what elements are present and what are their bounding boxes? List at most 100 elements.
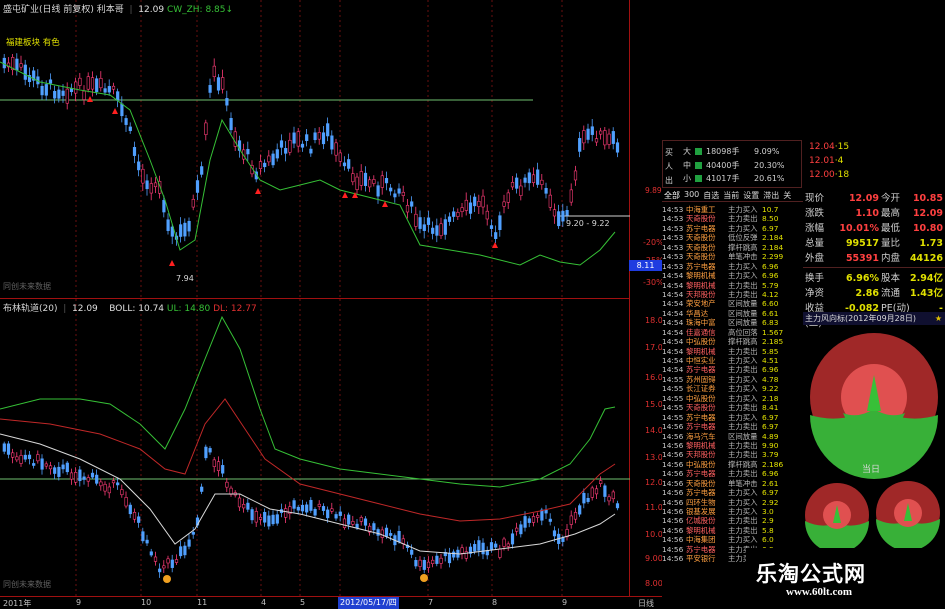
table-row[interactable]: 14:53 天奇股份 单笔冲击 2.299 bbox=[662, 252, 803, 261]
table-row[interactable]: 14:53 苏宁电器 主力买入 6.96 bbox=[662, 262, 803, 271]
radar-tabs[interactable]: 全部 300 自选 当前 设置 滞出 关 bbox=[662, 189, 803, 202]
cell-name: 中弘股份 bbox=[686, 459, 716, 469]
table-row[interactable]: 14:56 银基发展 主力买入 3.0 bbox=[662, 507, 803, 516]
candle-body bbox=[515, 527, 519, 532]
star-icon[interactable]: ★ bbox=[935, 312, 942, 325]
table-row[interactable]: 14:53 天奇股份 低位反弹 2.184 bbox=[662, 233, 803, 242]
table-row[interactable]: 14:54 荣安地产 区间放量 6.60 bbox=[662, 299, 803, 308]
candle-body bbox=[74, 472, 78, 483]
cell-time: 14:53 bbox=[662, 242, 684, 252]
candle-body bbox=[435, 225, 439, 236]
table-row[interactable]: 14:56 亿城股份 主力卖出 2.9 bbox=[662, 516, 803, 525]
table-row[interactable]: 14:56 天邦股份 主力卖出 3.79 bbox=[662, 450, 803, 459]
candle-body bbox=[590, 487, 594, 498]
kline-chart[interactable] bbox=[0, 0, 630, 298]
table-row[interactable]: 14:56 苏宁电器 主力买入 6.97 bbox=[662, 488, 803, 497]
candle-body bbox=[544, 188, 548, 194]
cell-action: 主力卖出 bbox=[728, 525, 758, 535]
axis-label: 9.89 bbox=[645, 186, 662, 195]
tab-all[interactable]: 全部 bbox=[662, 189, 682, 201]
table-row[interactable]: 14:56 天奇股份 单笔冲击 2.61 bbox=[662, 479, 803, 488]
cell-time: 14:54 bbox=[662, 318, 684, 328]
candle-body bbox=[128, 126, 132, 132]
cell-name: 黎明机械 bbox=[686, 440, 716, 450]
candle-body bbox=[61, 464, 65, 470]
table-row[interactable]: 14:56 黎明机械 主力卖出 9.90 bbox=[662, 441, 803, 450]
table-row[interactable]: 14:56 黎明机械 主力卖出 5.8 bbox=[662, 526, 803, 535]
tab-close[interactable]: 关 bbox=[781, 189, 793, 201]
candle-body bbox=[313, 132, 317, 141]
cell-action: 主力买入 bbox=[728, 205, 758, 214]
candle-body bbox=[275, 149, 279, 159]
table-row[interactable]: 14:53 中海重工 主力买入 10.7 bbox=[662, 205, 803, 214]
table-row[interactable]: 14:54 华昌达 区间放量 6.61 bbox=[662, 309, 803, 318]
table-row[interactable]: 14:54 黎明机械 主力买入 6.96 bbox=[662, 271, 803, 280]
table-row[interactable]: 14:56 中弘股份 撑杆跳高 2.186 bbox=[662, 460, 803, 469]
table-row[interactable]: 14:56 中海集团 主力买入 6.0 bbox=[662, 535, 803, 544]
candle-body bbox=[380, 529, 384, 538]
candle-body bbox=[309, 148, 313, 154]
candle-body bbox=[250, 509, 254, 521]
table-row[interactable]: 14:56 四环生物 主力买入 2.92 bbox=[662, 498, 803, 507]
candle-body bbox=[473, 544, 477, 552]
table-row[interactable]: 14:54 中恒实业 主力买入 4.51 bbox=[662, 356, 803, 365]
candle-body bbox=[565, 210, 569, 216]
cell-action: 主力卖出 bbox=[728, 469, 758, 479]
candle-body bbox=[145, 180, 149, 190]
tab-settings[interactable]: 设置 bbox=[741, 189, 761, 201]
candle-body bbox=[338, 152, 342, 162]
table-row[interactable]: 14:56 海马汽车 区间放量 4.89 bbox=[662, 432, 803, 441]
candle-body bbox=[464, 199, 468, 211]
table-row[interactable]: 14:56 苏宁电器 主力卖出 6.96 bbox=[662, 469, 803, 478]
candle-body bbox=[452, 211, 456, 217]
table-row[interactable]: 14:55 苏州固锝 主力买入 4.78 bbox=[662, 375, 803, 384]
table-row[interactable]: 14:53 天奇股份 撑杆跳高 2.184 bbox=[662, 243, 803, 252]
cell-name: 天邦股份 bbox=[686, 450, 716, 460]
table-row[interactable]: 14:54 天邦股份 主力卖出 4.12 bbox=[662, 290, 803, 299]
cell-value: 1.567 bbox=[762, 327, 784, 337]
table-row[interactable]: 14:54 珠海中富 区间放量 6.83 bbox=[662, 318, 803, 327]
cell-name: 平安银行 bbox=[686, 554, 716, 564]
boll-chart[interactable] bbox=[0, 299, 630, 597]
quote-row: 外盘 55391 内盘 44126 bbox=[803, 251, 945, 266]
table-row[interactable]: 14:55 天奇股份 主力卖出 8.41 bbox=[662, 403, 803, 412]
candle-body bbox=[489, 225, 494, 229]
candle-body bbox=[548, 518, 552, 522]
table-row[interactable]: 14:55 苏宁电器 主力买入 6.97 bbox=[662, 413, 803, 422]
date-label: 11 bbox=[197, 598, 208, 607]
boll-panel[interactable]: 布林轨道(20) | 12.09 BOLL: 10.74 UL: 14.80 D… bbox=[0, 298, 630, 597]
cell-time: 14:56 bbox=[662, 516, 684, 526]
candle-body bbox=[296, 506, 300, 511]
table-row[interactable]: 14:54 佳嘉通信 高位回落 1.567 bbox=[662, 328, 803, 337]
cell-name: 苏宁电器 bbox=[686, 544, 716, 554]
boll-value: 10.74 bbox=[138, 304, 165, 314]
table-row[interactable]: 14:54 黎明机械 主力卖出 5.79 bbox=[662, 281, 803, 290]
selected-date[interactable]: 2012/05/17/四 bbox=[338, 597, 399, 609]
candle-body bbox=[586, 128, 590, 140]
cell-name: 中恒实业 bbox=[686, 356, 716, 365]
candle-body bbox=[267, 515, 271, 527]
tab-300[interactable]: 300 bbox=[682, 189, 701, 201]
candle-body bbox=[191, 531, 195, 535]
table-row[interactable]: 14:53 天奇股份 主力卖出 8.50 bbox=[662, 214, 803, 223]
candle-body bbox=[359, 517, 363, 522]
date-bar[interactable]: 2011年 9 10 11 4 5 2012/05/17/四 7 8 9 日线 bbox=[0, 596, 662, 609]
table-row[interactable]: 14:55 中弘股份 主力买入 2.18 bbox=[662, 394, 803, 403]
table-row[interactable]: 14:54 中弘股份 撑杆跳高 2.185 bbox=[662, 337, 803, 346]
cell-name: 亿城股份 bbox=[686, 516, 716, 526]
cell-action: 主力买入 bbox=[728, 261, 758, 271]
candle-body bbox=[552, 209, 557, 217]
table-row[interactable]: 14:55 长江证券 主力买入 9.22 bbox=[662, 384, 803, 393]
tab-current[interactable]: 当前 bbox=[721, 189, 741, 201]
period-button[interactable]: 日线 bbox=[638, 598, 654, 609]
date-label: 2011年 bbox=[3, 599, 32, 608]
cell-value: 2.18 bbox=[762, 393, 779, 403]
tab-export[interactable]: 滞出 bbox=[761, 189, 781, 201]
tab-watchlist[interactable]: 自选 bbox=[701, 189, 721, 201]
table-row[interactable]: 14:54 黎明机械 主力卖出 5.85 bbox=[662, 347, 803, 356]
table-row[interactable]: 14:53 苏宁电器 主力买入 6.97 bbox=[662, 224, 803, 233]
table-row[interactable]: 14:56 苏宁电器 主力卖出 6.97 bbox=[662, 422, 803, 431]
kline-panel[interactable]: 盛屯矿业(日线 前复权) 利本哥 | 12.09 CW_ZH: 8.85↓ 福建… bbox=[0, 0, 630, 298]
candle-body bbox=[481, 195, 485, 208]
table-row[interactable]: 14:54 苏宁电器 主力卖出 6.96 bbox=[662, 365, 803, 374]
